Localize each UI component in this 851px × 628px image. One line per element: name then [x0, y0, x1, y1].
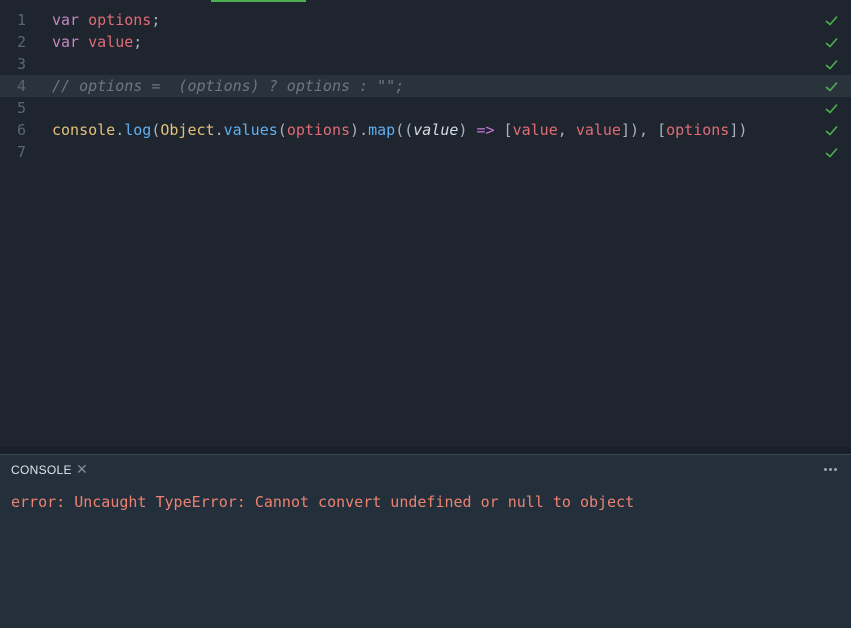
token-identifier: value — [575, 121, 621, 139]
code-line[interactable]: 1 var options; — [0, 9, 851, 31]
console-header: CONSOLE ✕ — [0, 455, 851, 485]
console-panel: CONSOLE ✕ error: Uncaught TypeError: Can… — [0, 455, 851, 628]
token-function: map — [368, 121, 396, 139]
token-punctuation: ]) — [729, 121, 748, 139]
token-punctuation: . — [115, 121, 125, 139]
close-icon[interactable]: ✕ — [76, 462, 88, 476]
token-object: Object — [160, 121, 215, 139]
token-punctuation: , — [557, 121, 576, 139]
code-line[interactable]: 3 — [0, 53, 851, 75]
code-line[interactable]: 7 — [0, 141, 851, 163]
line-number: 6 — [16, 121, 26, 139]
token-identifier: value — [512, 121, 558, 139]
code-text[interactable]: var options; — [52, 9, 160, 31]
token-punctuation: [ — [494, 121, 513, 139]
editor-lines: 1 var options; 2 var value; 3 4 // optio… — [0, 9, 851, 163]
token-punctuation: . — [214, 121, 224, 139]
token-identifier: options — [286, 121, 351, 139]
checkmark-icon — [825, 147, 838, 158]
code-line[interactable]: 6 console.log(Object.values(options).map… — [0, 119, 851, 141]
code-text[interactable]: var value; — [52, 31, 142, 53]
token-object: console — [52, 121, 116, 139]
code-text[interactable]: // options = (options) ? options : ""; — [52, 75, 404, 97]
code-line[interactable]: 2 var value; — [0, 31, 851, 53]
token-function: values — [223, 121, 278, 139]
code-text[interactable]: console.log(Object.values(options).map((… — [52, 119, 747, 141]
panel-resize-handle[interactable] — [0, 447, 851, 455]
active-tab-indicator — [211, 0, 306, 2]
line-number: 4 — [16, 77, 26, 95]
token-keyword: var — [52, 33, 80, 51]
token-punctuation: ]), [ — [620, 121, 667, 139]
line-number: 2 — [16, 33, 26, 51]
checkmark-icon — [825, 103, 838, 114]
line-number: 5 — [16, 99, 26, 117]
token-punctuation: ) — [350, 121, 360, 139]
token-function: log — [124, 121, 152, 139]
more-horizontal-icon[interactable] — [822, 463, 840, 475]
token-punctuation: ) — [458, 121, 477, 139]
checkmark-icon — [825, 37, 838, 48]
token-identifier: options — [88, 11, 152, 29]
checkmark-icon — [825, 59, 838, 70]
token-identifier: options — [666, 121, 730, 139]
token-operator: => — [476, 121, 495, 139]
line-number: 3 — [16, 55, 26, 73]
checkmark-icon — [825, 81, 838, 92]
console-title: CONSOLE — [11, 463, 72, 477]
line-number: 7 — [16, 143, 26, 161]
checkmark-icon — [825, 125, 838, 136]
code-editor[interactable]: 1 var options; 2 var value; 3 4 // optio… — [0, 0, 851, 447]
token-keyword: var — [52, 11, 80, 29]
line-number: 1 — [16, 11, 26, 29]
token-parameter: value — [413, 121, 459, 139]
checkmark-icon — [825, 15, 838, 26]
token-comment: // options = (options) ? options : ""; — [52, 77, 405, 95]
token-punctuation: . — [359, 121, 369, 139]
token-punctuation: ; — [151, 11, 161, 29]
code-line-active[interactable]: 4 // options = (options) ? options : ""; — [0, 75, 851, 97]
token-punctuation: ( — [277, 121, 287, 139]
token-punctuation: ; — [133, 33, 143, 51]
code-playground: 1 var options; 2 var value; 3 4 // optio… — [0, 0, 851, 628]
code-line[interactable]: 5 — [0, 97, 851, 119]
console-error-message: error: Uncaught TypeError: Cannot conver… — [11, 493, 635, 511]
token-punctuation: (( — [395, 121, 414, 139]
token-identifier: value — [88, 33, 134, 51]
